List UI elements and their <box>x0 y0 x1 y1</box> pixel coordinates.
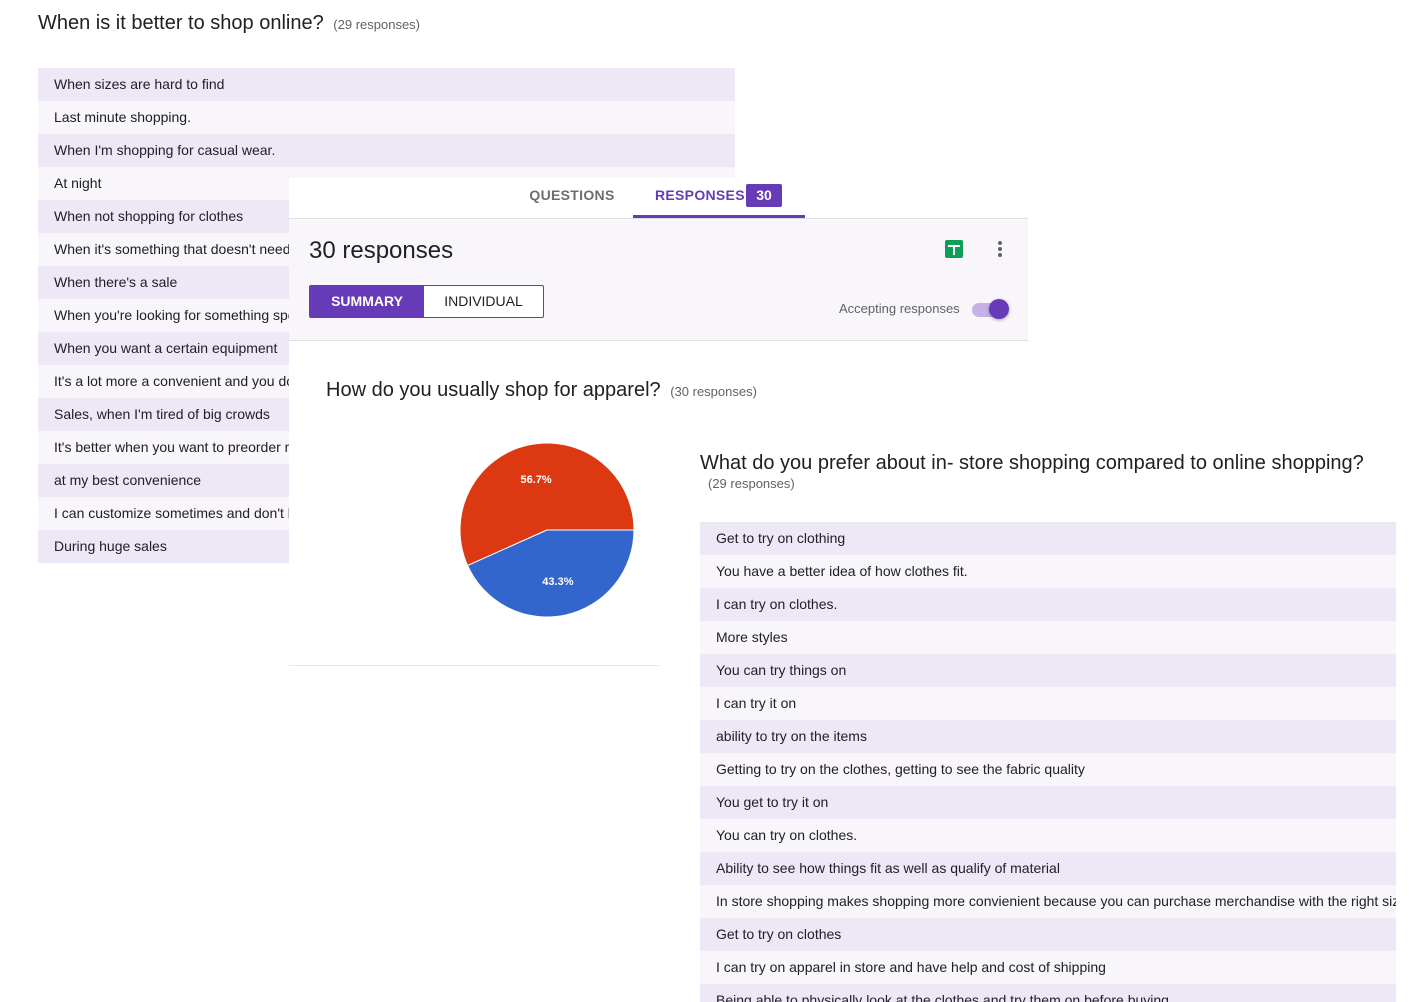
online-question-title-text: When is it better to shop online? <box>38 12 324 34</box>
list-item: Get to try on clothes <box>700 918 1396 951</box>
list-item: You get to try it on <box>700 786 1396 819</box>
more-vert-icon[interactable] <box>993 239 1007 259</box>
list-item: You can try on clothes. <box>700 819 1396 852</box>
list-item: I can try on clothes. <box>700 588 1396 621</box>
list-item: When I'm shopping for casual wear. <box>38 134 735 167</box>
online-question-response-count: (29 responses) <box>333 17 421 32</box>
list-item: Get to try on clothing <box>700 522 1396 555</box>
divider <box>289 665 659 666</box>
apparel-question-title: How do you usually shop for apparel? (30… <box>326 379 757 402</box>
list-item: ability to try on the items <box>700 720 1396 753</box>
individual-button[interactable]: INDIVIDUAL <box>424 286 543 317</box>
list-item: Being able to physically look at the clo… <box>700 984 1396 1002</box>
instore-question-title: What do you prefer about in- store shopp… <box>700 452 1364 474</box>
list-item: In store shopping makes shopping more co… <box>700 885 1396 918</box>
list-item: More styles <box>700 621 1396 654</box>
responses-count-title: 30 responses <box>309 237 454 264</box>
summary-button[interactable]: SUMMARY <box>310 286 424 317</box>
responses-count-badge: 30 <box>746 184 782 207</box>
pie-slice-label: 43.3% <box>542 576 573 588</box>
list-item: Last minute shopping. <box>38 101 735 134</box>
list-item: Getting to try on the clothes, getting t… <box>700 753 1396 786</box>
instore-answers-list: Get to try on clothing You have a better… <box>700 522 1396 1002</box>
online-question-title: When is it better to shop online? (29 re… <box>38 12 420 35</box>
apparel-question-title-text: How do you usually shop for apparel? <box>326 379 661 401</box>
list-item: When sizes are hard to find <box>38 68 735 101</box>
tab-questions[interactable]: QUESTIONS <box>515 178 629 218</box>
instore-question-response-count: (29 responses) <box>708 476 795 491</box>
list-item: You have a better idea of how clothes fi… <box>700 555 1396 588</box>
tab-responses-label: RESPONSES <box>655 187 745 203</box>
list-item: You can try things on <box>700 654 1396 687</box>
list-item: Ability to see how things fit as well as… <box>700 852 1396 885</box>
list-item: I can try it on <box>700 687 1396 720</box>
accepting-responses-label: Accepting responses <box>839 301 960 316</box>
accepting-responses-toggle[interactable] <box>972 298 1010 320</box>
toggle-thumb <box>989 299 1009 319</box>
apparel-question-response-count: (30 responses) <box>670 384 757 399</box>
summary-individual-toggle: SUMMARY INDIVIDUAL <box>309 285 544 318</box>
instore-question-card: What do you prefer about in- store shopp… <box>700 445 1400 1002</box>
sheets-icon[interactable] <box>945 240 963 258</box>
tab-responses[interactable]: RESPONSES 30 <box>633 178 805 218</box>
list-item: I can try on apparel in store and have h… <box>700 951 1396 984</box>
responses-summary-header: 30 responses SUMMARY INDIVIDUAL Acceptin… <box>289 219 1028 341</box>
tab-bar: QUESTIONS RESPONSES 30 <box>289 178 1028 219</box>
apparel-pie-chart: 56.7% 43.3% <box>459 442 635 618</box>
pie-slice-label: 56.7% <box>520 474 551 486</box>
